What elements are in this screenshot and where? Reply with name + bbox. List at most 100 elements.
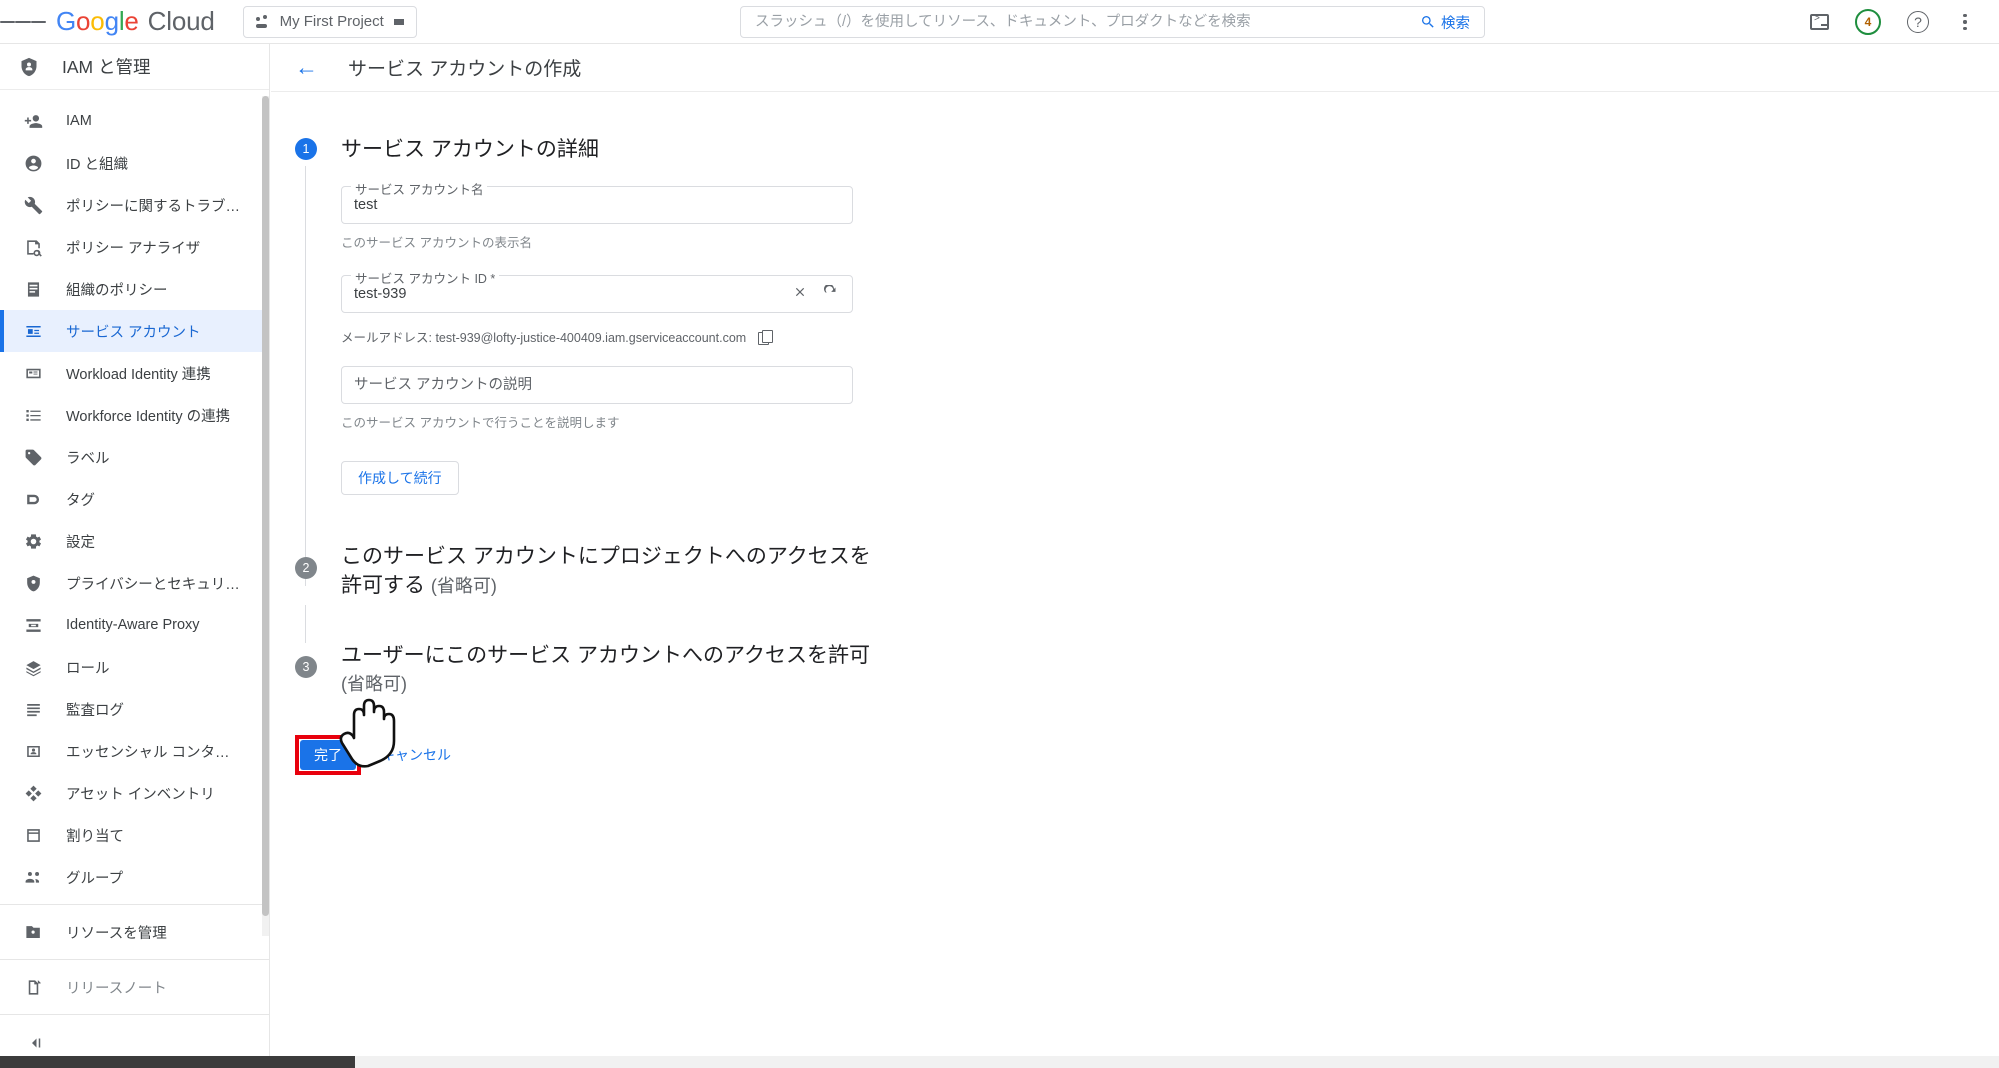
sidebar-item-workload-identity[interactable]: Workload Identity 連携 (0, 352, 269, 394)
sidebar-item-label: Workload Identity 連携 (66, 366, 211, 383)
roles-icon (22, 656, 44, 678)
sidebar-item-label: リリースノート (66, 980, 167, 997)
page-horizontal-scrollbar[interactable] (0, 1056, 1999, 1068)
asset-inventory-icon (22, 782, 44, 804)
back-arrow-icon[interactable]: ← (295, 56, 318, 79)
sidebar-item-label: Workforce Identity の連携 (66, 408, 231, 425)
wizard-action-row: 完了 キャンセル (295, 734, 891, 775)
audit-log-icon (22, 698, 44, 720)
account-circle-icon (22, 152, 44, 174)
create-service-account-wizard: 1 サービス アカウントの詳細 サービス アカウント名 このサービス アカウント… (271, 92, 891, 775)
logo-letter: G (56, 6, 77, 36)
refresh-icon[interactable] (823, 283, 838, 304)
sidebar-item-label: ポリシーに関するトラブ… (66, 198, 240, 215)
sidebar-item-org-policies[interactable]: 組織のポリシー (0, 268, 269, 310)
sidebar-item-iam[interactable]: IAM (0, 100, 269, 142)
sidebar-divider (0, 1014, 269, 1015)
step-2-optional-label: (省略可) (430, 575, 497, 596)
sidebar-item-groups[interactable]: グループ (0, 856, 269, 898)
label-tag-icon (22, 446, 44, 468)
help-circle-icon[interactable]: ? (1907, 11, 1929, 33)
step-number-badge: 2 (295, 557, 317, 580)
sidebar-item-essential-contacts[interactable]: エッセンシャル コンタク… (0, 730, 269, 772)
sidebar-item-label: アセット インベントリ (66, 786, 215, 803)
sidebar-scrollbar[interactable] (262, 96, 269, 936)
sidebar-item-policy-troubleshooter[interactable]: ポリシーに関するトラブ… (0, 184, 269, 226)
sidebar-item-label: 監査ログ (66, 702, 124, 719)
sidebar-item-release-notes[interactable]: リリースノート (0, 966, 269, 1008)
wrench-icon (22, 194, 44, 216)
sidebar-item-label: エッセンシャル コンタク… (66, 744, 244, 761)
sidebar-item-audit-logs[interactable]: 監査ログ (0, 688, 269, 730)
search-button[interactable]: 検索 (1410, 7, 1484, 37)
close-icon[interactable] (793, 285, 807, 303)
done-button[interactable]: 完了 (300, 739, 356, 770)
wizard-step-1: 1 サービス アカウントの詳細 サービス アカウント名 このサービス アカウント… (295, 136, 891, 586)
sidebar-item-manage-resources[interactable]: リソースを管理 (0, 911, 269, 953)
folder-manage-icon (22, 921, 44, 943)
notification-circle-icon[interactable]: 4 (1855, 9, 1881, 35)
step-3-title-text: ユーザーにこのサービス アカウントへのアクセスを許可 (341, 644, 870, 668)
project-selector[interactable]: My First Project (242, 5, 417, 38)
sidebar-item-label: ロール (66, 660, 110, 677)
contacts-icon (22, 740, 44, 762)
field-floating-label: サービス アカウント ID * (351, 268, 500, 288)
google-cloud-logo[interactable]: G o o g l e Cloud (56, 6, 215, 37)
service-account-name-field[interactable]: サービス アカウント名 (341, 179, 853, 225)
project-selector-label: My First Project (279, 13, 384, 30)
sidebar-item-policy-analyzer[interactable]: ポリシー アナライザ (0, 226, 269, 268)
key-badge-icon (22, 320, 44, 342)
shield-check-icon (22, 572, 44, 594)
page-horizontal-scrollbar-thumb[interactable] (0, 1056, 355, 1068)
sidebar-item-labels[interactable]: ラベル (0, 436, 269, 478)
sidebar-item-roles[interactable]: ロール (0, 646, 269, 688)
search-input[interactable] (741, 7, 1410, 37)
sidebar-item-service-accounts[interactable]: サービス アカウント (0, 310, 269, 352)
sidebar-item-quotas[interactable]: 割り当て (0, 814, 269, 856)
copy-icon[interactable] (758, 329, 773, 345)
sidebar-item-identity-org[interactable]: ID と組織 (0, 142, 269, 184)
logo-letter: o (90, 6, 105, 36)
service-account-description-field-wrap: このサービス アカウントで行うことを説明します (341, 366, 853, 431)
step-connector-line (305, 166, 306, 586)
terminal-icon[interactable] (1810, 13, 1829, 30)
create-and-continue-button[interactable]: 作成して続行 (341, 461, 459, 496)
service-account-id-field[interactable]: サービス アカウント ID * (341, 268, 853, 314)
sidebar-item-label: 割り当て (66, 828, 124, 845)
iam-shield-icon (18, 56, 40, 78)
sidebar-divider (0, 904, 269, 905)
service-account-description-field[interactable] (341, 366, 853, 405)
sidebar-scrollbar-thumb[interactable] (262, 96, 269, 916)
sidebar-item-label: IAM (66, 113, 92, 129)
sidebar-item-tags[interactable]: タグ (0, 478, 269, 520)
sidebar-item-identity-aware-proxy[interactable]: Identity-Aware Proxy (0, 604, 269, 646)
search-bar[interactable]: 検索 (740, 6, 1485, 38)
sidebar-title: IAM と管理 (62, 57, 151, 77)
sidebar-item-workforce-identity[interactable]: Workforce Identity の連携 (0, 394, 269, 436)
top-app-bar: G o o g l e Cloud My First Project 検索 4 … (0, 0, 1999, 44)
sidebar: IAM と管理 IAM ID と組織 ポリシーに関するトラブ… ポリシー アナラ… (0, 44, 270, 1068)
sidebar-item-label: リソースを管理 (66, 925, 167, 942)
cancel-button[interactable]: キャンセル (371, 745, 461, 765)
more-vert-icon[interactable] (1955, 11, 1975, 33)
hamburger-menu-icon[interactable] (0, 0, 46, 44)
step-1-title: サービス アカウントの詳細 (341, 138, 599, 161)
page-title: サービス アカウントの作成 (348, 59, 582, 80)
logo-letter: e (124, 6, 139, 36)
sidebar-item-privacy-security[interactable]: プライバシーとセキュリ… (0, 562, 269, 604)
sidebar-item-asset-inventory[interactable]: アセット インベントリ (0, 772, 269, 814)
policy-analyzer-icon (22, 236, 44, 258)
step-number-badge: 3 (295, 656, 317, 679)
step-2-title: このサービス アカウントにプロジェクトへのアクセスを許可する (省略可) (341, 543, 891, 600)
service-account-description-input[interactable] (342, 367, 852, 404)
sidebar-item-label: グループ (66, 870, 124, 887)
release-notes-icon (22, 976, 44, 998)
done-button-highlight: 完了 (295, 734, 361, 775)
chevron-down-icon (393, 18, 404, 25)
sidebar-item-settings[interactable]: 設定 (0, 520, 269, 562)
gear-icon (22, 530, 44, 552)
search-button-label: 検索 (1441, 15, 1470, 32)
field-floating-label: サービス アカウント名 (351, 179, 488, 199)
quota-icon (22, 824, 44, 846)
sidebar-item-label: サービス アカウント (66, 324, 201, 341)
